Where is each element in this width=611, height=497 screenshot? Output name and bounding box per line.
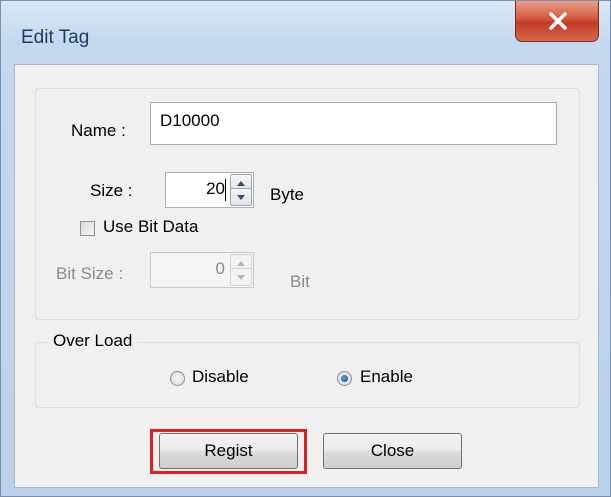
close-button[interactable]: Close [323,433,462,469]
use-bit-data-label[interactable]: Use Bit Data [103,217,198,237]
size-spinner[interactable]: 20 [165,172,254,208]
use-bit-data-checkbox[interactable] [80,221,95,236]
bit-size-decrement-button [230,268,252,286]
title-bar[interactable]: Edit Tag [1,1,610,61]
over-load-legend: Over Load [48,331,138,351]
regist-button[interactable]: Regist [159,433,298,469]
size-decrement-button[interactable] [230,188,252,206]
arrow-up-icon [237,181,245,186]
over-load-group: Over Load Disable Enable [35,331,580,408]
size-spin-buttons [230,174,252,206]
tag-settings-group: Name : D10000 Size : 20 Byte Use Bit Dat… [35,88,580,320]
name-input[interactable]: D10000 [150,102,557,145]
bit-unit-label: Bit [290,272,310,291]
enable-radio-label[interactable]: Enable [360,367,413,387]
bit-size-spinner: 0 [150,252,254,288]
enable-radio[interactable] [337,371,352,386]
text-caret [225,179,226,201]
size-value: 20 [206,179,225,198]
bit-size-value: 0 [215,259,225,278]
bit-size-label: Bit Size : [56,264,124,283]
window-close-button[interactable] [515,1,599,42]
arrow-down-icon [237,195,245,200]
bit-size-spin-buttons [230,254,252,286]
arrow-down-icon [237,275,245,280]
close-icon [549,12,567,30]
size-unit-label: Byte [270,185,305,204]
edit-tag-dialog: Edit Tag Name : D10000 Size : 20 Byte Us… [0,0,611,497]
dialog-client-area: Name : D10000 Size : 20 Byte Use Bit Dat… [14,64,599,488]
disable-radio-label[interactable]: Disable [192,367,249,387]
name-label: Name : [71,121,126,140]
arrow-up-icon [237,261,245,266]
size-label: Size : [90,181,133,200]
disable-radio[interactable] [170,371,185,386]
window-title: Edit Tag [21,27,90,48]
